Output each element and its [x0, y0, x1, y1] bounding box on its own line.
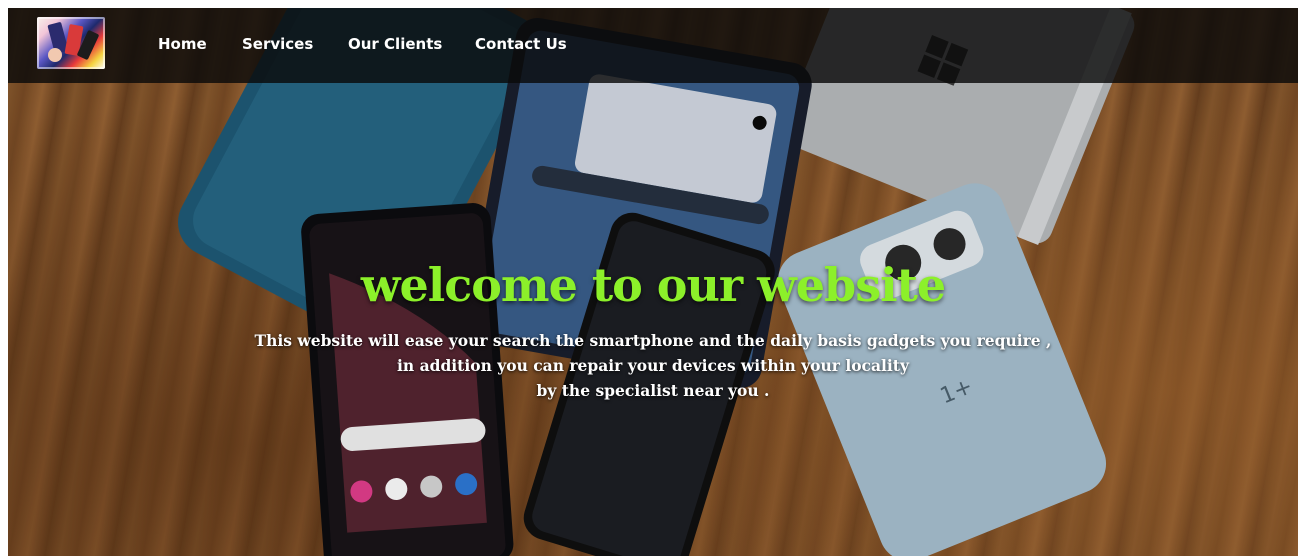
nav-item-home[interactable]: Home — [158, 35, 207, 53]
hero-description-line: in addition you can repair your devices … — [397, 356, 909, 375]
hero-description-line: by the specialist near you . — [536, 381, 770, 400]
hero-section: 1+ Home Services — [8, 8, 1298, 556]
nav-item-contact-us[interactable]: Contact Us — [475, 35, 567, 53]
hero-headline: welcome to our website — [360, 258, 946, 312]
colorful-phones-logo-icon[interactable] — [37, 17, 105, 69]
hero-description: This website will ease your search the s… — [8, 328, 1298, 403]
nav-item-services[interactable]: Services — [242, 35, 313, 53]
nav-item-our-clients[interactable]: Our Clients — [348, 35, 442, 53]
hero-description-line: This website will ease your search the s… — [254, 331, 1052, 350]
top-navbar: Home Services Our Clients Contact Us — [8, 8, 1298, 83]
